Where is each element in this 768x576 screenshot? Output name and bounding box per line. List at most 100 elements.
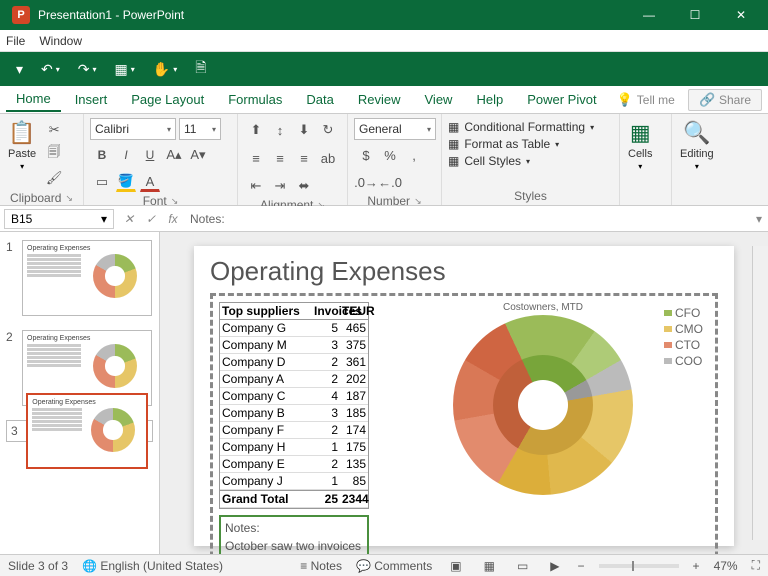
embedded-worksheet[interactable]: Top suppliersInvoicesTEUR Company G5465C… — [210, 293, 718, 554]
zoom-slider[interactable] — [599, 564, 679, 568]
qat-grid-icon[interactable]: ▦▾ — [109, 57, 141, 82]
slide-indicator: Slide 3 of 3 — [8, 559, 68, 573]
undo-button[interactable]: ↶▾ — [35, 57, 66, 82]
orientation-button[interactable]: ↻ — [318, 120, 338, 140]
align-middle-button[interactable]: ↕ — [270, 120, 290, 140]
wrap-text-button[interactable]: ab — [318, 148, 338, 168]
zoom-out-button[interactable]: − — [578, 559, 585, 573]
currency-button[interactable]: $ — [356, 145, 376, 165]
sorter-view-button[interactable]: ▦ — [480, 559, 499, 573]
fill-color-button[interactable]: 🪣 — [116, 172, 136, 192]
language-indicator[interactable]: 🌐 English (United States) — [82, 559, 223, 573]
align-top-button[interactable]: ⬆ — [246, 120, 266, 140]
enter-formula-button[interactable]: ✓ — [140, 212, 162, 226]
format-painter-button[interactable]: 🖌 — [44, 168, 64, 188]
menu-file[interactable]: File — [6, 34, 25, 48]
tell-me[interactable]: 💡Tell me — [617, 92, 675, 108]
font-name-value: Calibri — [95, 122, 129, 136]
decrease-indent-button[interactable]: ⇤ — [246, 176, 266, 196]
redo-button[interactable]: ↷▾ — [72, 57, 103, 82]
align-center-button[interactable]: ≡ — [270, 148, 290, 168]
legend-label: CFO — [675, 306, 700, 320]
increase-indent-button[interactable]: ⇥ — [270, 176, 290, 196]
align-right-button[interactable]: ≡ — [294, 148, 314, 168]
conditional-formatting-button[interactable]: ▦Conditional Formatting ▾ — [448, 120, 594, 134]
font-color-button[interactable]: A — [140, 172, 160, 192]
ribbon: 📋 Paste ▾ ✂🗐🖌 Clipboard↘ Calibri▾ 11▾ B … — [0, 114, 768, 206]
paste-button[interactable]: 📋 Paste ▾ — [6, 118, 38, 173]
zoom-in-button[interactable]: + — [693, 559, 700, 573]
align-left-button[interactable]: ≡ — [246, 148, 266, 168]
qat-menu-icon[interactable]: ▾ — [10, 57, 29, 82]
copy-button[interactable]: 🗐 — [44, 144, 64, 164]
vertical-scrollbar[interactable] — [752, 246, 768, 540]
font-name-select[interactable]: Calibri▾ — [90, 118, 176, 140]
bulb-icon: 💡 — [617, 92, 633, 108]
notes-toggle[interactable]: ≡ Notes — [300, 559, 342, 573]
number-format-select[interactable]: General▾ — [354, 118, 436, 140]
fx-button[interactable]: fx — [162, 212, 184, 226]
bold-button[interactable]: B — [92, 145, 112, 165]
slide-thumbnails: 1Operating Expenses 2Operating Expenses … — [0, 232, 160, 554]
align-bottom-button[interactable]: ⬇ — [294, 120, 314, 140]
sunburst-chart: Costowners, MTD CFO CMO CTO COO — [377, 302, 709, 554]
underline-button[interactable]: U — [140, 145, 160, 165]
tab-formulas[interactable]: Formulas — [218, 88, 292, 111]
reading-view-button[interactable]: ▭ — [513, 559, 532, 573]
shrink-font-button[interactable]: A▾ — [188, 145, 208, 165]
name-box[interactable]: B15▾ — [4, 209, 114, 229]
decrease-decimal-button[interactable]: ←.0 — [380, 172, 400, 192]
notes-box[interactable]: Notes: October saw two invoices from Com… — [219, 515, 369, 554]
table-cell: Company A — [220, 371, 312, 387]
minimize-button[interactable]: — — [626, 0, 672, 30]
tab-view[interactable]: View — [415, 88, 463, 111]
table-cell: 202 — [340, 371, 368, 387]
tab-help[interactable]: Help — [466, 88, 513, 111]
qat-save-icon[interactable]: 🗎 — [189, 53, 212, 85]
thumbnail-3[interactable]: 3Operating Expenses — [6, 420, 153, 442]
notes-label: Notes — [311, 559, 342, 573]
tab-page-layout[interactable]: Page Layout — [121, 88, 214, 111]
close-button[interactable]: ✕ — [718, 0, 764, 30]
fit-to-window-button[interactable]: ⛶ — [752, 558, 760, 573]
normal-view-button[interactable]: ▣ — [446, 559, 465, 573]
table-cell: Company H — [220, 439, 312, 455]
editing-button[interactable]: 🔍Editing▾ — [678, 118, 716, 173]
format-as-table-button[interactable]: ▦Format as Table ▾ — [448, 137, 559, 151]
merge-button[interactable]: ⬌ — [294, 176, 314, 196]
cut-button[interactable]: ✂ — [44, 120, 64, 140]
tab-insert[interactable]: Insert — [65, 88, 118, 111]
tab-power-pivot[interactable]: Power Pivot — [517, 88, 606, 111]
menu-window[interactable]: Window — [39, 34, 82, 48]
expand-formula-bar-button[interactable]: ▾ — [750, 212, 768, 226]
border-button[interactable]: ▭ — [92, 172, 112, 192]
italic-button[interactable]: I — [116, 145, 136, 165]
cells-icon: ▦ — [630, 120, 651, 146]
table-cell: 4 — [312, 388, 340, 404]
slide[interactable]: Operating Expenses Top suppliersInvoices… — [194, 246, 734, 546]
font-size-select[interactable]: 11▾ — [179, 118, 221, 140]
maximize-button[interactable]: ☐ — [672, 0, 718, 30]
slideshow-view-button[interactable]: ▶ — [546, 559, 563, 573]
cancel-formula-button[interactable]: ✕ — [118, 212, 140, 226]
formula-input[interactable]: Notes: — [184, 210, 750, 228]
zoom-level[interactable]: 47% — [714, 559, 738, 573]
table-cell: Company E — [220, 456, 312, 472]
percent-button[interactable]: % — [380, 145, 400, 165]
share-button[interactable]: 🔗 Share — [688, 89, 762, 111]
tab-data[interactable]: Data — [296, 88, 343, 111]
tab-review[interactable]: Review — [348, 88, 411, 111]
increase-decimal-button[interactable]: .0→ — [356, 172, 376, 192]
thumb-title: Operating Expenses — [27, 335, 147, 342]
dialog-launcher-icon[interactable]: ↘ — [65, 191, 73, 205]
qat-touch-icon[interactable]: ✋▾ — [147, 57, 183, 82]
table-cell: Company F — [220, 422, 312, 438]
comments-toggle[interactable]: 💬 Comments — [356, 559, 432, 573]
comma-button[interactable]: , — [404, 145, 424, 165]
grow-font-button[interactable]: A▴ — [164, 145, 184, 165]
cells-button[interactable]: ▦Cells▾ — [626, 118, 654, 173]
ribbon-tabs: Home Insert Page Layout Formulas Data Re… — [0, 86, 768, 114]
tab-home[interactable]: Home — [6, 87, 61, 112]
thumbnail-1[interactable]: 1Operating Expenses — [6, 240, 153, 316]
cell-styles-button[interactable]: ▦Cell Styles ▾ — [448, 154, 530, 168]
